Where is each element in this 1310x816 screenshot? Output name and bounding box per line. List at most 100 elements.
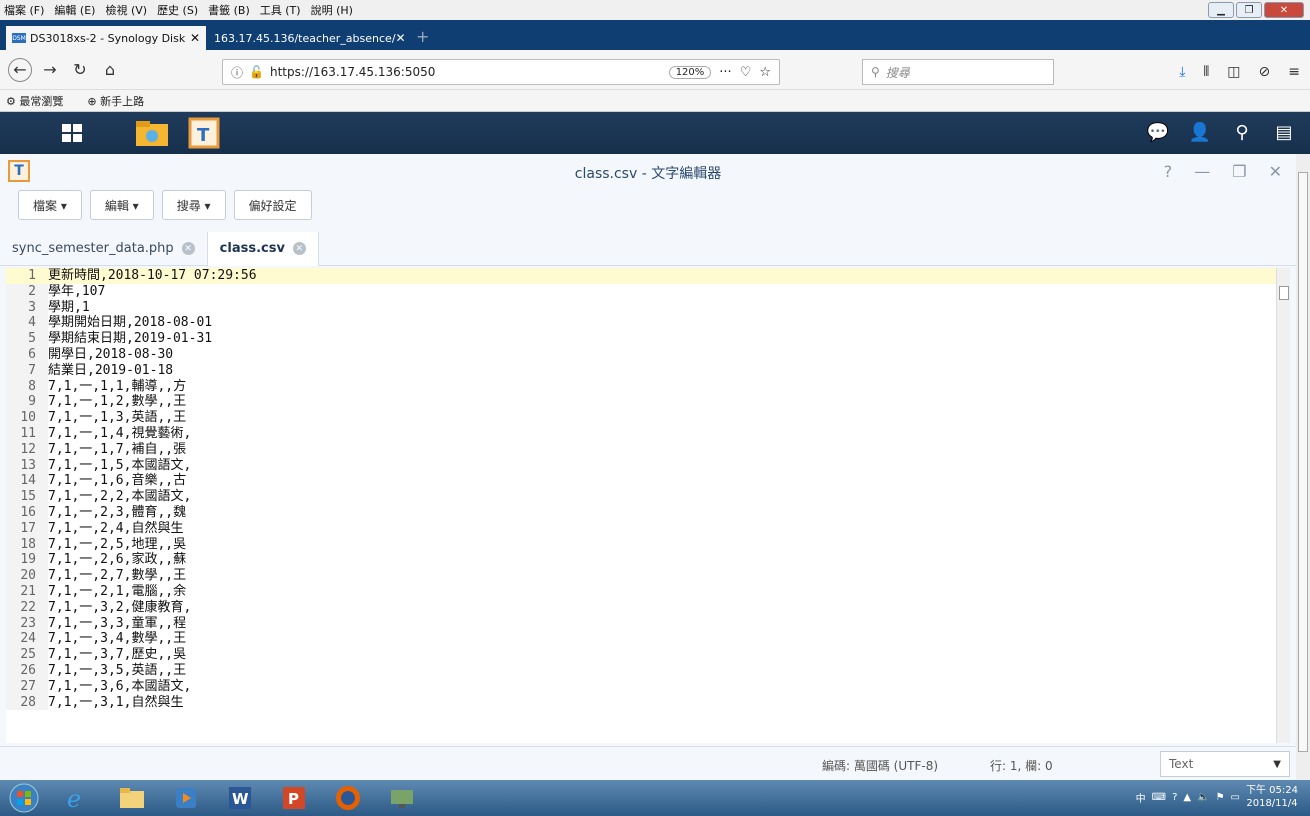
- line-text[interactable]: 7,1,一,3,5,英語,,王: [48, 663, 186, 679]
- search-menu-button[interactable]: 搜尋 ▾: [161, 190, 226, 220]
- line-text[interactable]: 7,1,一,3,4,數學,,王: [48, 631, 186, 647]
- menu-item[interactable]: 檔案 (F): [4, 2, 44, 18]
- code-line[interactable]: 1 更新時間,2018-10-17 07:29:56: [6, 268, 1276, 284]
- browser-tab-teacher-absence[interactable]: 163.17.45.136/teacher_absence/ ✕: [208, 26, 408, 50]
- start-button-icon[interactable]: [0, 782, 48, 814]
- code-line[interactable]: 24 7,1,一,3,4,數學,,王: [6, 631, 1276, 648]
- network-icon[interactable]: ▭: [1231, 792, 1240, 803]
- line-text[interactable]: 7,1,一,3,7,歷史,,吳: [48, 647, 186, 663]
- restore-icon[interactable]: ❐: [1236, 2, 1262, 18]
- line-text[interactable]: 7,1,一,2,1,電腦,,余: [48, 584, 186, 600]
- system-clock[interactable]: 下午 05:24 2018/11/4: [1246, 784, 1298, 810]
- code-line[interactable]: 3 學期,1: [6, 299, 1276, 316]
- line-text[interactable]: 7,1,一,2,6,家政,,蘇: [48, 552, 186, 568]
- line-text[interactable]: 更新時間,2018-10-17 07:29:56: [48, 268, 257, 284]
- forward-icon[interactable]: →: [38, 58, 62, 82]
- line-text[interactable]: 7,1,一,2,7,數學,,王: [48, 568, 186, 584]
- code-line[interactable]: 10 7,1,一,1,3,英語,,王: [6, 410, 1276, 426]
- line-text[interactable]: 7,1,一,2,5,地理,,吳: [48, 537, 186, 553]
- close-file-tab-icon[interactable]: ✕: [292, 242, 306, 255]
- word-icon[interactable]: W: [216, 782, 264, 814]
- file-menu-button[interactable]: 檔案 ▾: [18, 190, 82, 220]
- menu-item[interactable]: 檢視 (V): [105, 2, 147, 18]
- encoding-status[interactable]: 編碼: 萬國碼 (UTF-8): [822, 757, 938, 774]
- minimize-icon[interactable]: ▁: [1208, 2, 1234, 18]
- extension-icon[interactable]: ⊘: [1259, 64, 1271, 80]
- media-player-icon[interactable]: [162, 782, 210, 814]
- line-text[interactable]: 學期結束日期,2019-01-31: [48, 331, 212, 347]
- preferences-button[interactable]: 偏好設定: [233, 190, 312, 220]
- code-line[interactable]: 19 7,1,一,2,6,家政,,蘇: [6, 552, 1276, 569]
- line-text[interactable]: 7,1,一,3,3,童軍,,程: [48, 616, 186, 632]
- code-line[interactable]: 23 7,1,一,3,3,童軍,,程: [6, 615, 1276, 632]
- line-text[interactable]: 7,1,一,1,1,輔導,,方: [48, 379, 186, 395]
- line-text[interactable]: 7,1,一,1,4,視覺藝術,: [48, 426, 191, 442]
- library-icon[interactable]: ⫴: [1203, 64, 1209, 80]
- line-text[interactable]: 7,1,一,3,1,自然與生: [48, 695, 183, 711]
- help-icon[interactable]: ?: [1164, 162, 1173, 181]
- pocket-icon[interactable]: ♡: [740, 65, 752, 80]
- text-editor-app-icon[interactable]: T: [184, 115, 224, 151]
- user-icon[interactable]: 👤: [1186, 118, 1214, 146]
- code-editor-area[interactable]: 1 更新時間,2018-10-17 07:29:56 2 學年,107 3 學期,1 4 學期…: [6, 268, 1276, 743]
- site-info-icon[interactable]: ⓘ: [231, 64, 243, 81]
- code-line[interactable]: 26 7,1,一,3,5,英語,,王: [6, 662, 1276, 679]
- help-icon[interactable]: ?: [1172, 792, 1177, 803]
- editor-scrollbar[interactable]: [1276, 268, 1290, 743]
- line-text[interactable]: 結業日,2019-01-18: [48, 363, 173, 379]
- line-text[interactable]: 7,1,一,1,5,本國語文,: [48, 458, 191, 474]
- volume-icon[interactable]: 🔈: [1197, 792, 1209, 803]
- keyboard-icon[interactable]: ⌨: [1152, 792, 1166, 803]
- code-line[interactable]: 20 7,1,一,2,7,數學,,王: [6, 568, 1276, 584]
- url-text[interactable]: https://163.17.45.136:5050: [270, 65, 435, 79]
- code-line[interactable]: 2 學年,107: [6, 283, 1276, 300]
- menu-icon[interactable]: ≡: [1288, 64, 1300, 80]
- firefox-icon[interactable]: [324, 782, 372, 814]
- menu-item[interactable]: 書籤 (B): [208, 2, 250, 18]
- line-text[interactable]: 學期,1: [48, 300, 90, 316]
- menu-item[interactable]: 歷史 (S): [157, 2, 198, 18]
- chat-icon[interactable]: 💬: [1144, 118, 1172, 146]
- code-line[interactable]: 22 7,1,一,3,2,健康教育,: [6, 599, 1276, 616]
- file-station-icon[interactable]: [132, 115, 172, 151]
- code-line[interactable]: 28 7,1,一,3,1,自然與生: [6, 694, 1276, 711]
- code-line[interactable]: 13 7,1,一,1,5,本國語文,: [6, 457, 1276, 474]
- code-line[interactable]: 8 7,1,一,1,1,輔導,,方: [6, 378, 1276, 395]
- line-text[interactable]: 學年,107: [48, 284, 105, 300]
- close-tab-icon[interactable]: ✕: [396, 31, 406, 45]
- sidebar-icon[interactable]: ◫: [1227, 64, 1240, 80]
- code-line[interactable]: 21 7,1,一,2,1,電腦,,余: [6, 583, 1276, 600]
- file-explorer-icon[interactable]: [108, 782, 156, 814]
- code-line[interactable]: 4 學期開始日期,2018-08-01: [6, 315, 1276, 332]
- page-scrollbar[interactable]: [1296, 154, 1310, 780]
- reload-icon[interactable]: ↻: [68, 58, 92, 82]
- code-line[interactable]: 14 7,1,一,1,6,音樂,,古: [6, 473, 1276, 490]
- close-file-tab-icon[interactable]: ✕: [181, 242, 195, 255]
- code-line[interactable]: 5 學期結束日期,2019-01-31: [6, 331, 1276, 347]
- line-text[interactable]: 開學日,2018-08-30: [48, 347, 173, 363]
- file-tab-class-csv[interactable]: class.csv ✕: [207, 231, 319, 266]
- powerpoint-icon[interactable]: P: [270, 782, 318, 814]
- new-tab-icon[interactable]: +: [416, 27, 429, 50]
- minimize-icon[interactable]: —: [1194, 162, 1210, 181]
- bookmark-most-visited[interactable]: ⚙ 最常瀏覽: [6, 93, 75, 109]
- code-line[interactable]: 12 7,1,一,1,7,補自,,張: [6, 441, 1276, 458]
- close-icon[interactable]: ✕: [1264, 2, 1304, 18]
- page-actions-icon[interactable]: ···: [719, 65, 731, 80]
- line-text[interactable]: 7,1,一,2,2,本國語文,: [48, 489, 191, 505]
- menu-item[interactable]: 編輯 (E): [54, 2, 95, 18]
- menu-item[interactable]: 工具 (T): [260, 2, 301, 18]
- zoom-level[interactable]: 120%: [668, 65, 712, 79]
- search-input[interactable]: ⚲ 搜尋: [862, 59, 1054, 85]
- show-hidden-icons-icon[interactable]: ▲: [1183, 792, 1191, 803]
- code-line[interactable]: 6 開學日,2018-08-30: [6, 346, 1276, 363]
- bookmark-star-icon[interactable]: ☆: [759, 65, 771, 80]
- maximize-icon[interactable]: ❐: [1232, 162, 1246, 181]
- network-app-icon[interactable]: [378, 782, 426, 814]
- code-line[interactable]: 9 7,1,一,1,2,數學,,王: [6, 394, 1276, 411]
- code-line[interactable]: 7 結業日,2019-01-18: [6, 362, 1276, 379]
- main-menu-icon[interactable]: [52, 115, 92, 151]
- flag-icon[interactable]: ⚑: [1216, 792, 1225, 803]
- syntax-mode-select[interactable]: Text ▼: [1160, 751, 1290, 777]
- file-tab-sync-semester[interactable]: sync_semester_data.php ✕: [0, 231, 208, 266]
